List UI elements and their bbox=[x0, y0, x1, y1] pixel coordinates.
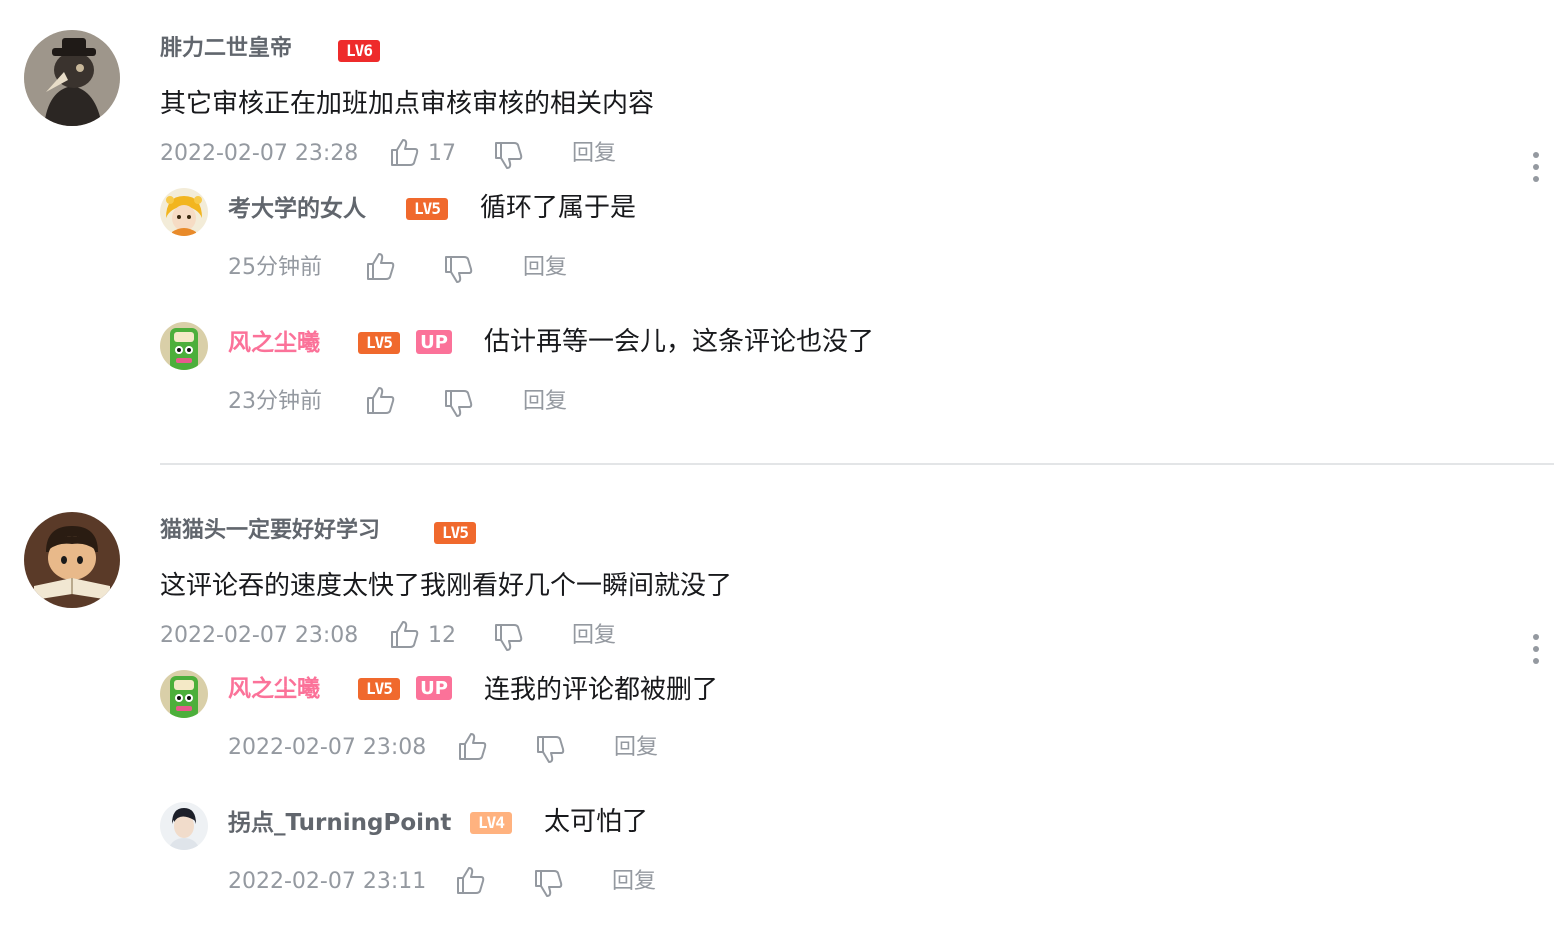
reply-time: 2022-02-07 23:08 bbox=[228, 735, 427, 760]
more-options-icon[interactable] bbox=[1532, 634, 1540, 664]
thumb-down-icon[interactable] bbox=[442, 253, 474, 285]
up-badge: UP bbox=[416, 676, 452, 700]
username[interactable]: 猫猫头一定要好好学习 bbox=[160, 516, 380, 546]
username[interactable]: 风之尘曦 bbox=[228, 328, 320, 358]
avatar-portrait-icon[interactable] bbox=[160, 802, 208, 850]
avatar-green-frog-icon[interactable] bbox=[160, 322, 208, 370]
reply-button[interactable]: 回复 bbox=[614, 733, 658, 763]
reply-time: 25分钟前 bbox=[228, 255, 322, 280]
comment-divider bbox=[160, 463, 1554, 465]
level-badge: LV5 bbox=[406, 198, 448, 220]
reply-time: 2022-02-07 23:11 bbox=[228, 869, 427, 894]
level-badge: LV6 bbox=[338, 40, 380, 62]
reply-button[interactable]: 回复 bbox=[612, 867, 656, 897]
thumb-down-icon[interactable] bbox=[534, 733, 566, 765]
avatar-plague-doctor-icon[interactable] bbox=[24, 30, 120, 126]
like-count: 17 bbox=[428, 141, 456, 166]
thumb-down-icon[interactable] bbox=[532, 867, 564, 899]
thumb-down-icon[interactable] bbox=[442, 387, 474, 419]
thumb-up-icon[interactable] bbox=[388, 137, 420, 169]
thumb-up-icon[interactable] bbox=[454, 865, 486, 897]
reply-time: 23分钟前 bbox=[228, 389, 322, 414]
reply-text: 估计再等一会儿，这条评论也没了 bbox=[484, 327, 875, 357]
comment-text: 这评论吞的速度太快了我刚看好几个一瞬间就没了 bbox=[160, 571, 733, 601]
reply-text: 连我的评论都被删了 bbox=[484, 675, 719, 705]
comment-time: 2022-02-07 23:08 bbox=[160, 623, 359, 648]
more-options-icon[interactable] bbox=[1532, 152, 1540, 182]
level-badge: LV5 bbox=[358, 332, 400, 354]
up-badge: UP bbox=[416, 330, 452, 354]
reply-button[interactable]: 回复 bbox=[572, 139, 616, 169]
reply-button[interactable]: 回复 bbox=[523, 387, 567, 417]
level-badge: LV5 bbox=[358, 678, 400, 700]
reply-text: 太可怕了 bbox=[544, 807, 649, 837]
username[interactable]: 风之尘曦 bbox=[228, 674, 320, 704]
thumb-up-icon[interactable] bbox=[364, 251, 396, 283]
like-count: 12 bbox=[428, 623, 456, 648]
thumb-up-icon[interactable] bbox=[456, 731, 488, 763]
reply-button[interactable]: 回复 bbox=[523, 253, 567, 283]
thumb-down-icon[interactable] bbox=[492, 139, 524, 171]
avatar-anime-girl-icon[interactable] bbox=[160, 188, 208, 236]
reply-text: 循环了属于是 bbox=[480, 193, 637, 223]
username[interactable]: 拐点_TurningPoint bbox=[228, 808, 451, 838]
comment-time: 2022-02-07 23:28 bbox=[160, 141, 359, 166]
username[interactable]: 考大学的女人 bbox=[228, 194, 366, 224]
thumb-up-icon[interactable] bbox=[388, 619, 420, 651]
level-badge: LV4 bbox=[470, 812, 512, 834]
level-badge: LV5 bbox=[434, 522, 476, 544]
reply-button[interactable]: 回复 bbox=[572, 621, 616, 651]
thumb-down-icon[interactable] bbox=[492, 621, 524, 653]
thumb-up-icon[interactable] bbox=[364, 385, 396, 417]
avatar-reading-boy-icon[interactable] bbox=[24, 512, 120, 608]
avatar-green-frog-icon[interactable] bbox=[160, 670, 208, 718]
username[interactable]: 腓力二世皇帝 bbox=[160, 34, 292, 64]
comment-text: 其它审核正在加班加点审核审核的相关内容 bbox=[160, 89, 655, 119]
